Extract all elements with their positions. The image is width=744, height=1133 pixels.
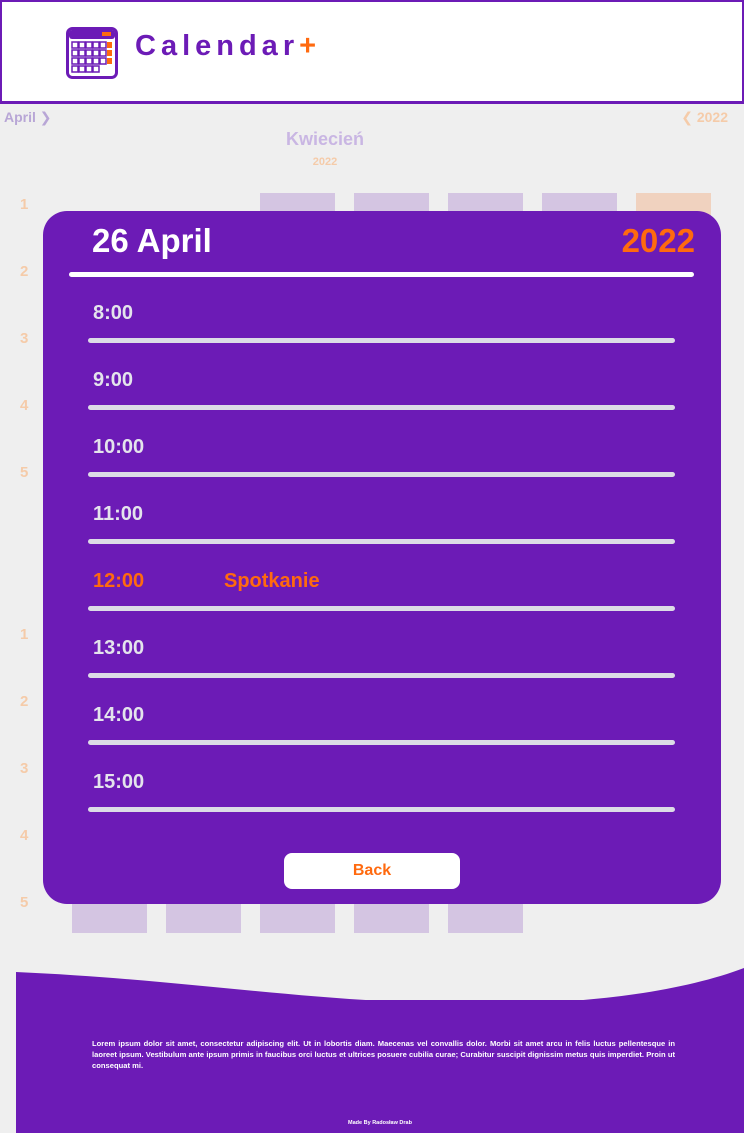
- week-number: 2: [20, 263, 29, 280]
- slot-time: 14:00: [93, 704, 145, 726]
- brand-plus: +: [299, 30, 317, 62]
- slot-divider: [88, 807, 675, 812]
- header-divider: [69, 272, 694, 277]
- time-slot[interactable]: 9:00: [43, 369, 721, 436]
- week-number: 3: [20, 760, 29, 777]
- slot-time: 10:00: [93, 436, 145, 458]
- time-slot-with-event[interactable]: 12:00 Spotkanie: [43, 570, 721, 637]
- prev-year-nav[interactable]: ❮ 2022: [681, 109, 728, 126]
- selected-year: 2022: [621, 222, 695, 259]
- chevron-left-icon: ❮: [681, 109, 693, 125]
- slot-time: 13:00: [93, 637, 145, 659]
- credits: Made By Radosław Drab: [348, 1120, 412, 1126]
- footer: Lorem ipsum dolor sit amet, consectetur …: [16, 1000, 744, 1133]
- slot-divider: [88, 539, 675, 544]
- week-number: 2: [20, 693, 29, 710]
- slot-time: 12:00: [93, 570, 145, 592]
- slot-time: 9:00: [93, 369, 134, 391]
- slot-divider: [88, 673, 675, 678]
- week-number: 4: [20, 827, 29, 844]
- chevron-right-icon: ❯: [39, 109, 52, 125]
- month-title: Kwiecień: [285, 129, 365, 149]
- slot-time: 15:00: [93, 771, 145, 793]
- time-slot[interactable]: 11:00: [43, 503, 721, 570]
- slot-divider: [88, 740, 675, 745]
- slot-divider: [88, 405, 675, 410]
- time-slot[interactable]: 15:00: [43, 771, 721, 838]
- brand-name: Calendar: [135, 30, 300, 62]
- time-slot[interactable]: 8:00: [43, 302, 721, 369]
- slot-divider: [88, 606, 675, 611]
- selected-date: 26 April: [92, 222, 212, 259]
- slot-time: 8:00: [93, 302, 134, 324]
- back-button[interactable]: Back: [284, 853, 460, 889]
- brand-title[interactable]: Calendar+: [135, 30, 316, 63]
- day-view-modal: 26 April 2022 8:00 9:00 10:00 11:00 12:0…: [43, 211, 721, 904]
- nav-month-label: April: [4, 109, 36, 125]
- time-slot[interactable]: 10:00: [43, 436, 721, 503]
- week-number: 1: [20, 196, 29, 213]
- footer-text: Lorem ipsum dolor sit amet, consectetur …: [92, 1039, 675, 1070]
- time-slot[interactable]: 13:00: [43, 637, 721, 704]
- slot-divider: [88, 472, 675, 477]
- prev-month-nav[interactable]: April ❯: [4, 109, 52, 126]
- app-header: Calendar+: [0, 0, 744, 104]
- week-number: 5: [20, 894, 29, 911]
- time-slot[interactable]: 14:00: [43, 704, 721, 771]
- week-number: 3: [20, 330, 29, 347]
- week-number: 4: [20, 397, 29, 414]
- nav-year-label: 2022: [696, 109, 728, 125]
- slot-time: 11:00: [93, 503, 144, 525]
- week-number: 5: [20, 464, 29, 481]
- slot-divider: [88, 338, 675, 343]
- week-number: 1: [20, 626, 29, 643]
- slot-event: Spotkanie: [224, 570, 320, 592]
- month-year-subtitle: 2022: [312, 156, 338, 168]
- calendar-icon[interactable]: [66, 27, 118, 79]
